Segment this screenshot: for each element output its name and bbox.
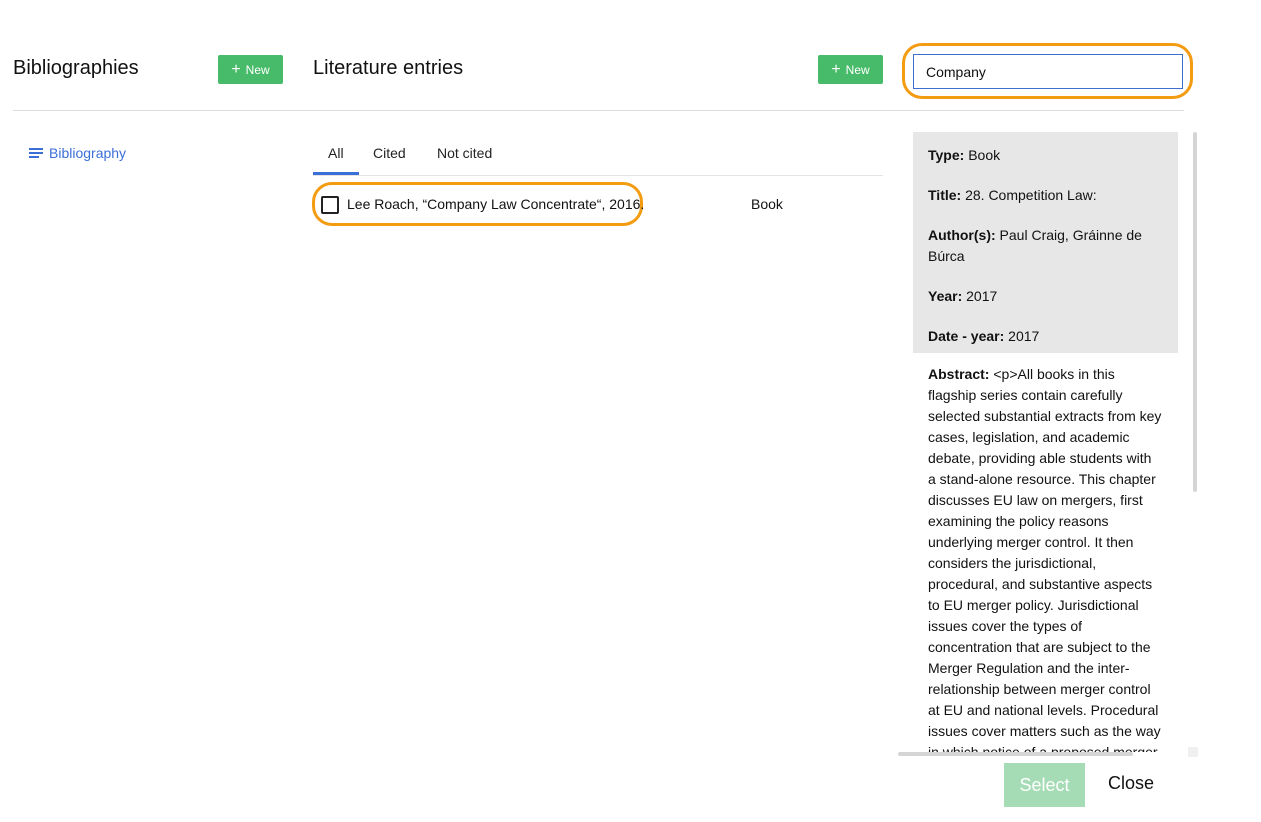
tab-not-cited[interactable]: Not cited (437, 145, 492, 161)
scrollbar-corner (1188, 747, 1198, 757)
list-icon (29, 148, 43, 158)
literature-tabs: All Cited Not cited (313, 140, 883, 176)
bibliography-label: Bibliography (49, 145, 127, 161)
plus-icon: + (831, 60, 841, 78)
new-bibliography-button[interactable]: + New (218, 55, 283, 84)
select-button[interactable]: Select (1004, 763, 1085, 807)
new-literature-entry-button[interactable]: + New (818, 55, 883, 84)
bibliographies-title: Bibliographies (13, 57, 139, 79)
active-tab-indicator (313, 172, 359, 175)
new-bibliography-label: New (245, 62, 270, 77)
entry-checkbox[interactable] (321, 196, 339, 214)
entry-type: Book (751, 196, 783, 212)
entry-details-panel: Type: Book Title: 28. Competition Law: A… (913, 132, 1178, 752)
detail-authors: Author(s): Paul Craig, Gráinne de Búrca (928, 227, 1142, 264)
sidebar-item-bibliography[interactable]: Bibliography (29, 145, 126, 161)
plus-icon: + (231, 60, 241, 78)
search-input[interactable] (913, 54, 1183, 89)
header-divider (13, 110, 1184, 111)
detail-title: Title: 28. Competition Law: (928, 187, 1097, 203)
new-literature-label: New (845, 62, 870, 77)
details-horizontal-scrollbar[interactable] (898, 752, 1133, 756)
detail-type: Type: Book (928, 147, 1001, 163)
detail-date-year: Date - year: 2017 (928, 328, 1040, 344)
details-vertical-scrollbar[interactable] (1193, 132, 1197, 492)
details-summary: Type: Book Title: 28. Competition Law: A… (913, 132, 1178, 353)
close-button[interactable]: Close (1108, 773, 1154, 794)
tab-cited[interactable]: Cited (373, 145, 406, 161)
detail-abstract: Abstract: <p>All books in this flagship … (928, 366, 1162, 752)
literature-entry[interactable]: Lee Roach, “Company Law Concentrate“, 20… (347, 196, 644, 212)
literature-entries-title: Literature entries (313, 57, 464, 79)
detail-year: Year: 2017 (928, 288, 998, 304)
tab-all[interactable]: All (328, 145, 344, 161)
